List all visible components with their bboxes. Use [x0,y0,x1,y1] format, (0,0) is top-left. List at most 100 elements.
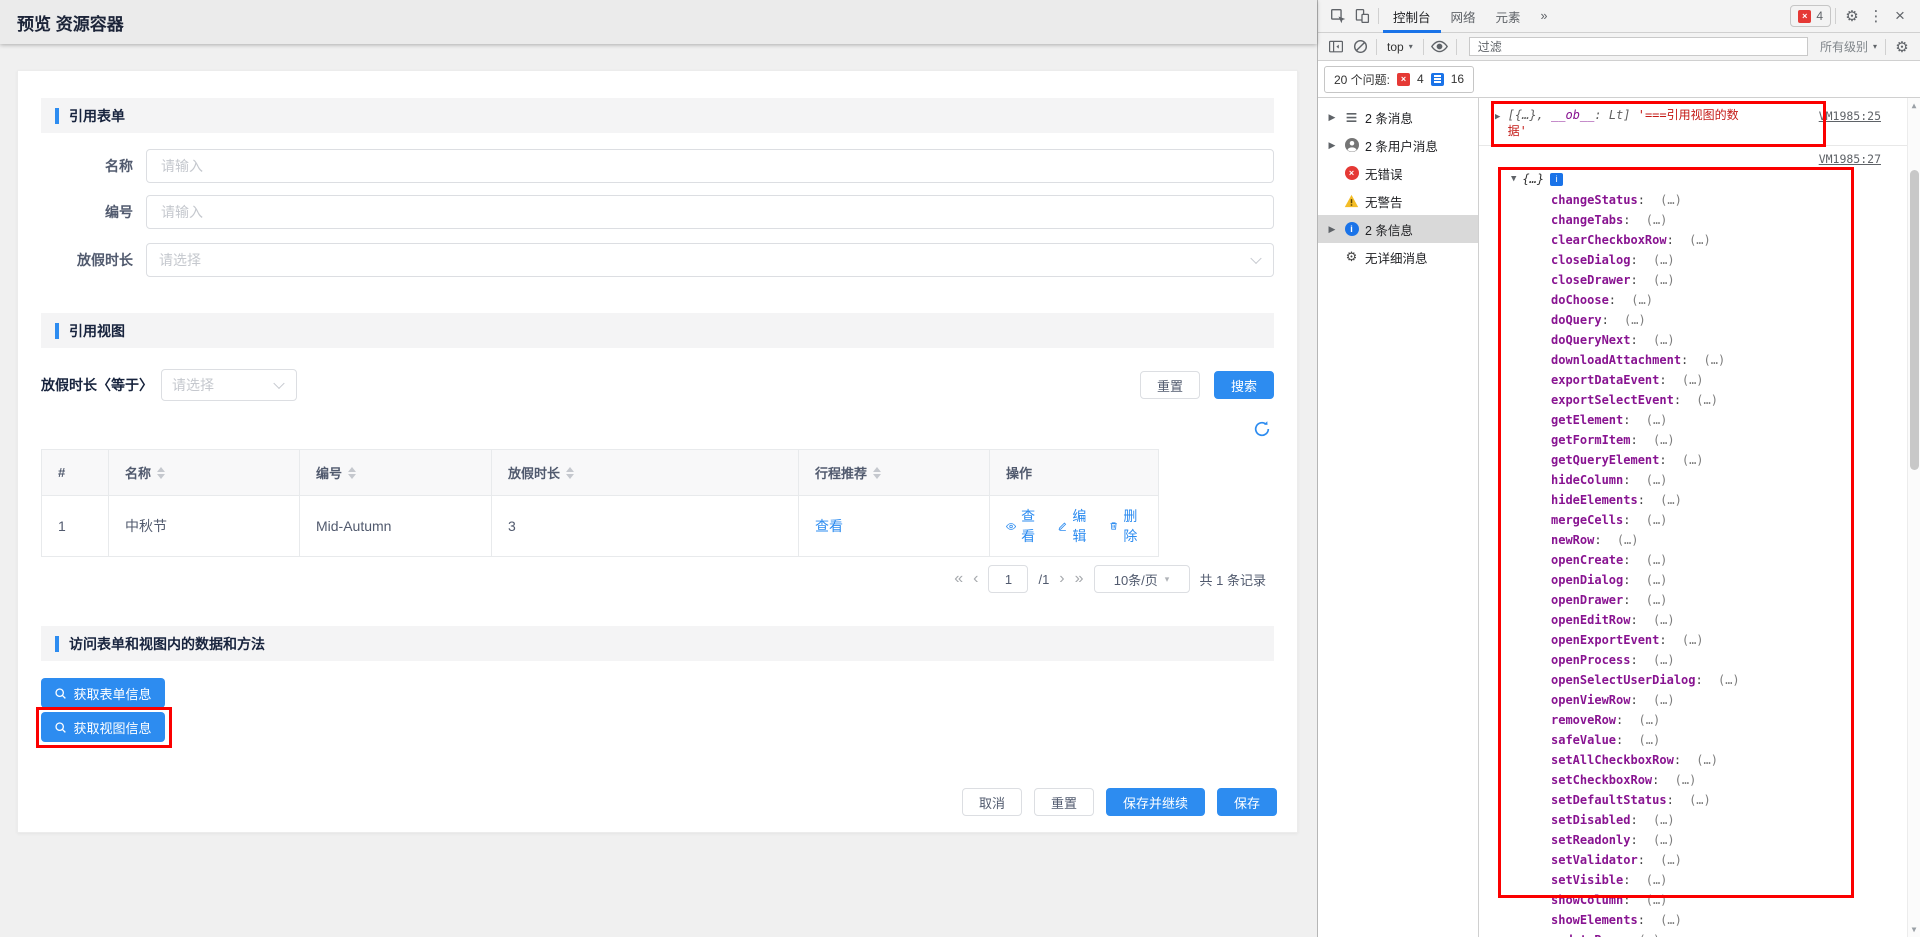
sort-icon[interactable] [157,467,165,479]
object-property[interactable]: hideColumn: (…) [1491,470,1920,490]
object-preview[interactable]: {…} [1522,172,1544,186]
save-continue-button[interactable]: 保存并继续 [1106,788,1205,816]
filter-input[interactable] [1476,39,1801,55]
object-property[interactable]: setReadonly: (…) [1491,830,1920,850]
close-icon[interactable]: × [1888,4,1912,28]
clear-console-icon[interactable] [1348,35,1372,59]
tab-console[interactable]: 控制台 [1383,0,1441,33]
sort-icon[interactable] [873,467,881,479]
first-page-button[interactable]: « [954,571,963,587]
collapse-icon[interactable]: ▼ [1511,174,1516,184]
object-property[interactable]: setVisible: (…) [1491,870,1920,890]
trip-view-link[interactable]: 查看 [815,516,843,536]
info-badge-icon[interactable]: i [1550,173,1563,186]
query-select[interactable]: 请选择 [161,369,297,401]
object-property[interactable]: clearCheckboxRow: (…) [1491,230,1920,250]
filter-field[interactable] [1469,37,1808,56]
object-property[interactable]: openSelectUserDialog: (…) [1491,670,1920,690]
prev-page-button[interactable]: ‹ [973,571,978,587]
object-property[interactable]: openExportEvent: (…) [1491,630,1920,650]
object-property[interactable]: setCheckboxRow: (…) [1491,770,1920,790]
code-field[interactable] [146,195,1274,229]
tab-elements[interactable]: 元素 [1486,0,1531,33]
object-property[interactable]: getQueryElement: (…) [1491,450,1920,470]
sort-icon[interactable] [348,467,356,479]
source-link[interactable]: VM1985:27 [1819,152,1881,166]
get-view-info-button[interactable]: 获取视图信息 [41,712,165,742]
scroll-down-icon[interactable]: ▼ [1908,925,1920,934]
name-input[interactable] [159,157,1261,175]
expand-icon[interactable]: ▶ [1326,112,1338,123]
object-property[interactable]: openEditRow: (…) [1491,610,1920,630]
more-tabs-button[interactable]: » [1531,0,1558,33]
next-page-button[interactable]: › [1059,571,1064,587]
object-property[interactable]: openDrawer: (…) [1491,590,1920,610]
console-sidebar-toggle-icon[interactable] [1324,35,1348,59]
object-property[interactable]: openViewRow: (…) [1491,690,1920,710]
sidebar-item-messages[interactable]: ▶ 2 条消息 [1318,103,1478,131]
console-settings-gear-icon[interactable]: ⚙ [1890,35,1914,59]
device-toolbar-icon[interactable] [1350,4,1374,28]
code-input[interactable] [159,203,1261,221]
object-property[interactable]: openProcess: (…) [1491,650,1920,670]
object-property[interactable]: getElement: (…) [1491,410,1920,430]
reset-button[interactable]: 重置 [1034,788,1094,816]
object-property[interactable]: changeTabs: (…) [1491,210,1920,230]
settings-gear-icon[interactable]: ⚙ [1840,4,1864,28]
object-property[interactable]: setDisabled: (…) [1491,810,1920,830]
sidebar-item-no-errors[interactable]: × 无错误 [1318,159,1478,187]
object-property[interactable]: newRow: (…) [1491,530,1920,550]
object-property[interactable]: showElements: (…) [1491,910,1920,930]
object-property[interactable]: exportSelectEvent: (…) [1491,390,1920,410]
scrollbar-thumb[interactable] [1910,170,1919,470]
object-property[interactable]: exportDataEvent: (…) [1491,370,1920,390]
object-property[interactable]: closeDrawer: (…) [1491,270,1920,290]
current-page[interactable]: 1 [988,565,1028,593]
save-button[interactable]: 保存 [1217,788,1277,816]
sort-icon[interactable] [566,467,574,479]
sidebar-item-no-verbose[interactable]: ⚙ 无详细消息 [1318,243,1478,271]
name-field[interactable] [146,149,1274,183]
tab-network[interactable]: 网络 [1441,0,1486,33]
log-levels-select[interactable]: 所有级别 ▾ [1816,38,1881,55]
object-property[interactable]: doChoose: (…) [1491,290,1920,310]
inspect-element-icon[interactable] [1326,4,1350,28]
row-view-button[interactable]: 查看 [1006,506,1040,546]
context-selector[interactable]: top ▾ [1381,40,1419,54]
console-log-area[interactable]: VM1985:25 ▶ [{…}, __ob__: Lt] '===引用视图的数… [1479,98,1920,937]
expand-icon[interactable]: ▶ [1326,140,1338,151]
object-property[interactable]: doQuery: (…) [1491,310,1920,330]
object-property[interactable]: setValidator: (…) [1491,850,1920,870]
scroll-up-icon[interactable]: ▲ [1908,101,1920,110]
object-property[interactable]: changeStatus: (…) [1491,190,1920,210]
object-property[interactable]: doQueryNext: (…) [1491,330,1920,350]
object-property[interactable]: closeDialog: (…) [1491,250,1920,270]
object-property[interactable]: removeRow: (…) [1491,710,1920,730]
object-property[interactable]: updateRow: (…) [1491,930,1920,937]
sidebar-item-user-messages[interactable]: ▶ 2 条用户消息 [1318,131,1478,159]
page-size-select[interactable]: 10条/页 ▾ [1094,565,1190,593]
object-property[interactable]: setAllCheckboxRow: (…) [1491,750,1920,770]
row-edit-button[interactable]: 编辑 [1058,506,1091,546]
sidebar-item-no-warnings[interactable]: 无警告 [1318,187,1478,215]
expand-icon[interactable]: ▶ [1326,224,1338,235]
object-property[interactable]: openDialog: (…) [1491,570,1920,590]
cancel-button[interactable]: 取消 [962,788,1022,816]
object-property[interactable]: setDefaultStatus: (…) [1491,790,1920,810]
get-form-info-button[interactable]: 获取表单信息 [41,678,165,708]
live-expression-eye-icon[interactable] [1428,35,1452,59]
object-property[interactable]: mergeCells: (…) [1491,510,1920,530]
error-count-button[interactable]: × 4 [1790,5,1831,27]
menu-dots-icon[interactable]: ⋮ [1864,4,1888,28]
refresh-icon[interactable] [1253,420,1271,438]
search-button[interactable]: 搜索 [1214,371,1274,399]
object-property[interactable]: hideElements: (…) [1491,490,1920,510]
object-property[interactable]: downloadAttachment: (…) [1491,350,1920,370]
sidebar-item-info[interactable]: ▶ i 2 条信息 [1318,215,1478,243]
reset-query-button[interactable]: 重置 [1140,371,1200,399]
object-property[interactable]: getFormItem: (…) [1491,430,1920,450]
row-delete-button[interactable]: 删除 [1109,506,1142,546]
object-property[interactable]: safeValue: (…) [1491,730,1920,750]
object-property[interactable]: openCreate: (…) [1491,550,1920,570]
duration-select[interactable]: 请选择 [146,243,1274,277]
